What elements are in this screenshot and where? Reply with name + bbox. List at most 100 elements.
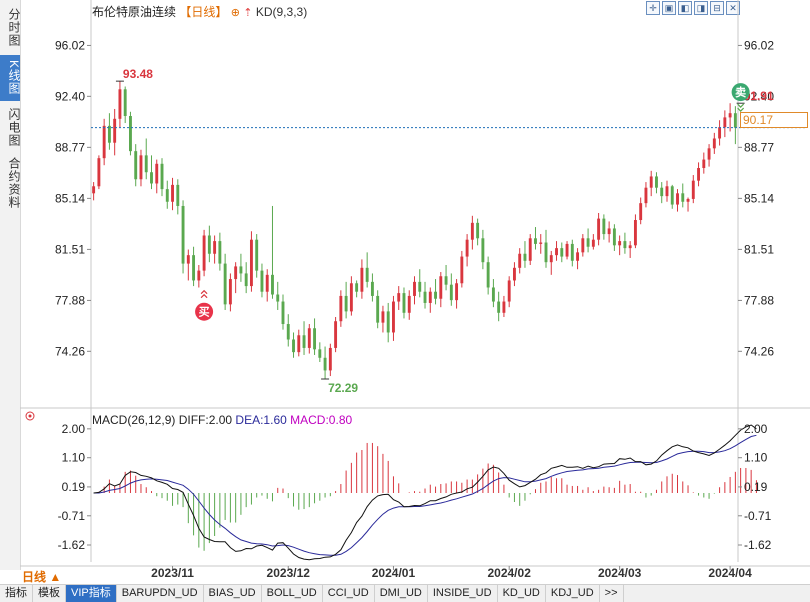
candle-body <box>107 125 111 143</box>
candle-body <box>260 270 264 292</box>
candle-body <box>392 301 395 333</box>
tab-indicator[interactable]: 指标 <box>0 585 33 602</box>
x-tick-label: 2024/02 <box>487 566 531 580</box>
macd-dea-value: DEA:1.60 <box>235 413 287 427</box>
candle-body <box>213 241 217 254</box>
candle-body <box>134 151 138 180</box>
candle-body <box>665 186 669 197</box>
candle-body <box>581 238 585 253</box>
tab-cci[interactable]: CCI_UD <box>323 585 375 602</box>
macd-diff-value: DIFF:2.00 <box>178 413 233 427</box>
candle-body <box>470 222 474 240</box>
candle-body <box>192 255 196 281</box>
chart-canvas[interactable]: 96.02 96.0292.40 92.4088.77 88.7785.14 85.14… <box>0 0 810 584</box>
candle-body <box>507 280 511 302</box>
candle-body <box>512 267 516 281</box>
candle-body <box>313 328 317 350</box>
candle-body <box>497 301 501 313</box>
period-select[interactable]: 日线 ▲ <box>22 568 61 584</box>
candle-body <box>397 293 401 302</box>
candle-body <box>97 158 101 187</box>
candle-body <box>297 335 301 353</box>
tab-more[interactable]: >> <box>600 585 624 602</box>
candle-body <box>249 239 253 287</box>
tab-kd[interactable]: KD_UD <box>498 585 546 602</box>
macd-tick-label-left: 1.10 <box>62 451 86 465</box>
candle-body <box>150 172 153 184</box>
candle-body <box>255 239 259 271</box>
candle-body <box>349 283 353 312</box>
candle-body <box>549 255 553 263</box>
x-tick-label: 2023/11 <box>151 566 194 580</box>
high-label: 93.48 <box>123 67 153 81</box>
price-tick-label-left: 96.02 <box>55 38 85 52</box>
price-tick-label-right: 96.02 <box>744 38 774 52</box>
candlestick-series <box>92 81 737 379</box>
tab-boll[interactable]: BOLL_UD <box>262 585 323 602</box>
macd-tick-label-right: 0.19 <box>744 480 768 494</box>
candle-body <box>202 235 206 271</box>
candle-body <box>239 266 243 274</box>
candle-body <box>434 291 437 299</box>
candle-body <box>428 291 432 303</box>
candle-body <box>365 267 369 282</box>
price-tick-label-right: 81.51 <box>744 242 774 256</box>
candle-body <box>644 187 648 204</box>
price-tick-label-left: 92.40 <box>55 89 85 103</box>
x-tick-label: 2024/01 <box>372 566 416 580</box>
candle-body <box>265 274 269 292</box>
macd-tick-label-left: -1.62 <box>58 538 86 552</box>
candle-body <box>218 241 222 264</box>
sell-arrow-icon <box>737 103 745 112</box>
candle-body <box>165 189 169 202</box>
candle-body <box>281 301 285 325</box>
candle-body <box>476 222 480 239</box>
macd-tick-label-right: 2.00 <box>744 422 768 436</box>
candle-body <box>334 321 338 348</box>
candle-body <box>455 283 459 301</box>
tab-barupdn[interactable]: BARUPDN_UD <box>117 585 204 602</box>
candle-body <box>234 266 238 280</box>
tab-bias[interactable]: BIAS_UD <box>204 585 262 602</box>
buy-arrow-icon <box>200 289 208 299</box>
candle-body <box>591 239 595 247</box>
low-label: 72.29 <box>328 381 358 395</box>
candle-body <box>602 218 606 235</box>
tab-inside[interactable]: INSIDE_UD <box>428 585 498 602</box>
candle-body <box>618 241 622 246</box>
price-tick-label-right: 77.88 <box>744 293 774 307</box>
candle-body <box>565 243 569 257</box>
candle-body <box>534 238 537 244</box>
macd-tick-label-right: 1.10 <box>744 451 768 465</box>
candle-body <box>676 193 679 205</box>
macd-tick-label-left: 2.00 <box>62 422 86 436</box>
candle-body <box>228 279 232 305</box>
price-tick-label-left: 88.77 <box>55 140 85 154</box>
macd-tick-label-left: -0.71 <box>58 509 86 523</box>
candle-body <box>276 294 280 302</box>
candle-body <box>92 186 96 194</box>
tab-vip-indicator[interactable]: VIP指标 <box>66 585 117 602</box>
candle-body <box>528 238 532 261</box>
candle-body <box>639 203 643 221</box>
candle-body <box>286 324 290 340</box>
candle-body <box>439 276 443 299</box>
candle-body <box>323 357 327 371</box>
candle-body <box>271 274 274 295</box>
tab-kdj[interactable]: KDJ_UD <box>546 585 600 602</box>
macd-name: MACD(26,12,9) <box>92 413 176 427</box>
candle-body <box>197 270 201 281</box>
candle-body <box>402 293 406 313</box>
candle-body <box>544 242 548 263</box>
candle-body <box>460 256 464 284</box>
candle-body <box>292 339 295 353</box>
candle-body <box>186 255 190 264</box>
candle-body <box>623 241 627 249</box>
candle-body <box>539 242 543 244</box>
candle-body <box>702 159 706 169</box>
candle-body <box>207 235 211 254</box>
tab-dmi[interactable]: DMI_UD <box>375 585 428 602</box>
tab-template[interactable]: 模板 <box>33 585 66 602</box>
x-tick-label: 2024/03 <box>598 566 642 580</box>
macd-tick-label-right: -0.71 <box>744 509 772 523</box>
